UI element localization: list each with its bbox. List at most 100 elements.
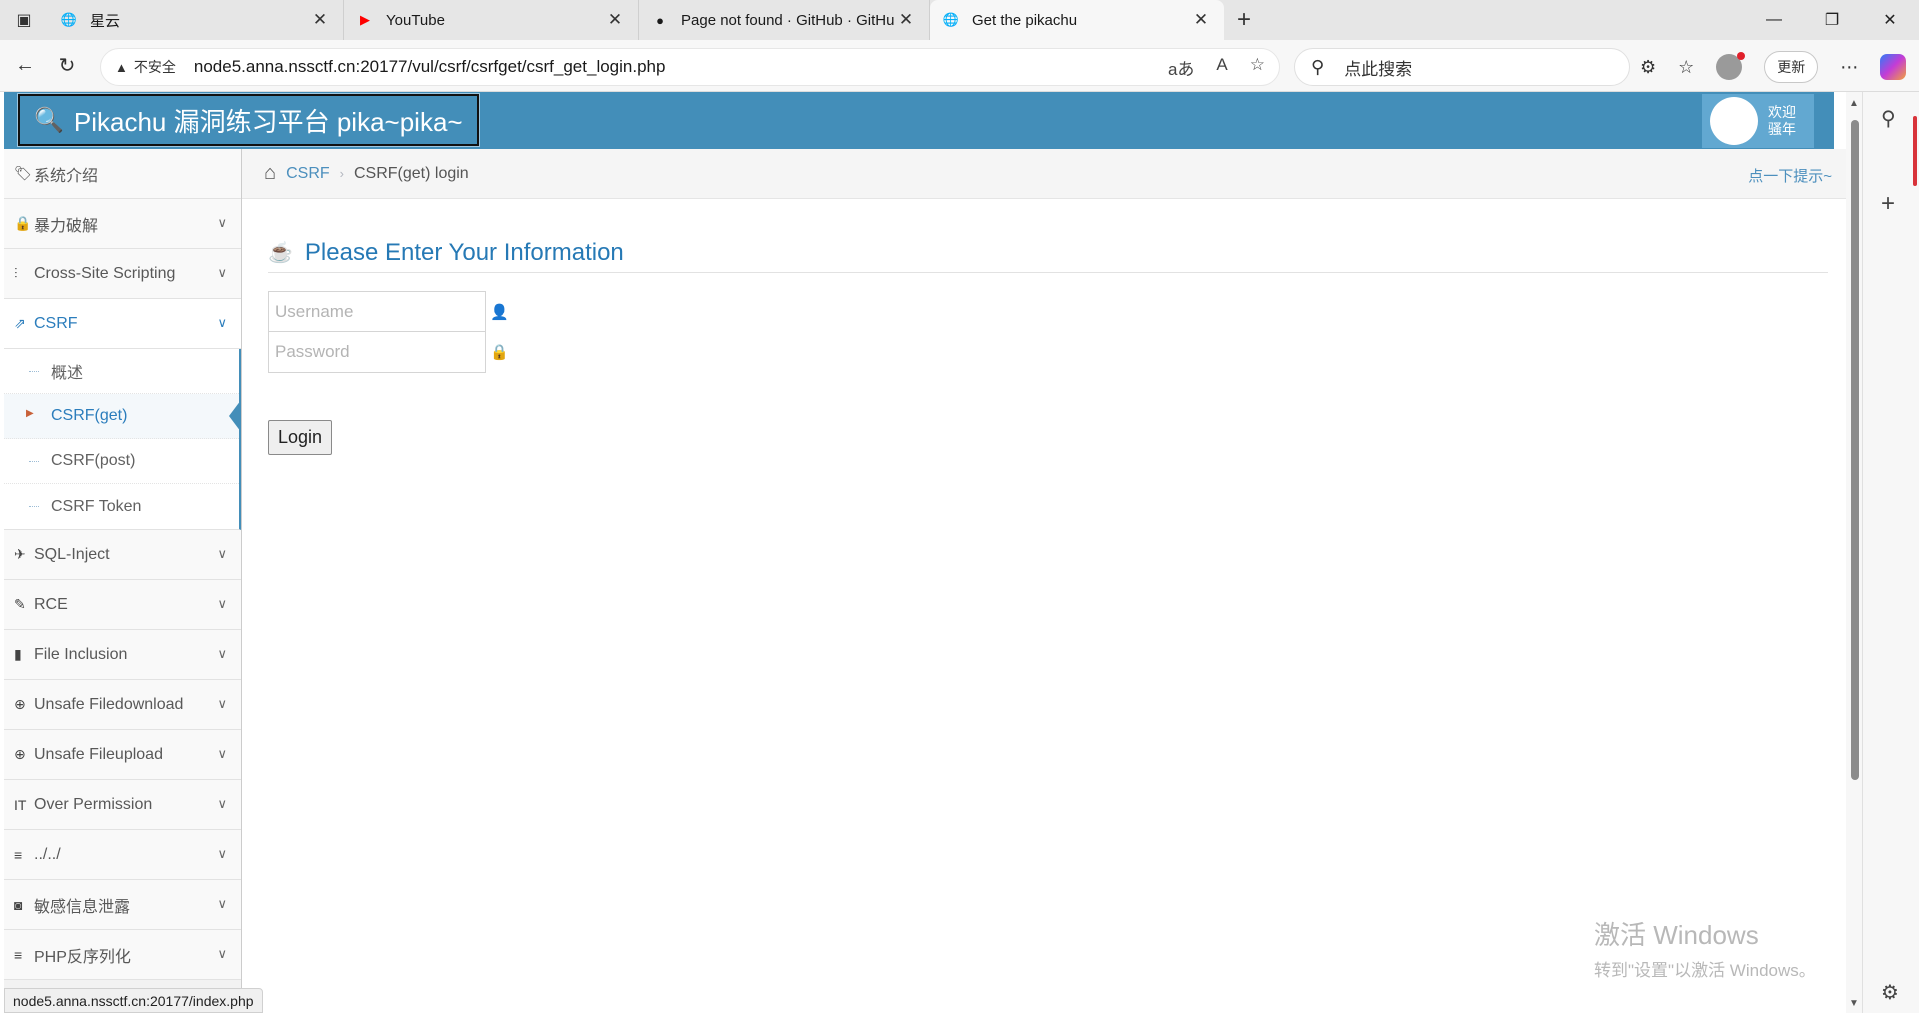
sidebar-item-label: Unsafe Fileupload [34,745,163,763]
page-title: ☕ Please Enter Your Information [268,233,1828,273]
breadcrumb: ⌂ CSRF › CSRF(get) login 点一下提示~ [242,149,1846,199]
align-left-icon: ≡ [14,846,23,863]
restore-icon[interactable]: ❐ [1803,0,1861,40]
close-icon[interactable]: ✕ [604,10,626,30]
favorites-icon[interactable]: ☆ [1678,57,1694,78]
lock-icon: 🔒 [490,344,509,361]
window-controls: — ❐ ✕ [1745,0,1919,40]
password-row: 🔒 [268,331,509,373]
sidebar-item-label: CSRF [34,314,78,332]
file-icon: ▮ [14,646,22,662]
hint-link[interactable]: 点一下提示~ [1748,165,1832,186]
home-icon[interactable]: ⌂ [264,162,276,185]
sidebar-item-fileupload[interactable]: ⊕ Unsafe Fileupload ∨ [4,730,241,780]
sidebar-item-csrf[interactable]: ⇗ CSRF ∨ [4,299,241,349]
status-url: node5.anna.nssctf.cn:20177/index.php [13,992,254,1009]
chevron-down-icon: ∨ [217,546,227,561]
login-button[interactable]: Login [268,420,332,455]
update-button[interactable]: 更新 [1764,51,1819,83]
minimize-icon[interactable]: — [1745,0,1803,40]
add-icon[interactable]: + [1881,190,1895,218]
sidebar-item-php-unserialize[interactable]: ≡ PHP反序列化 ∨ [4,930,241,980]
chevron-down-icon: ∨ [217,596,227,611]
youtube-icon: ▶ [360,12,370,27]
scroll-thumb[interactable] [1851,120,1859,780]
translate-icon[interactable]: aあ [1168,55,1194,80]
submenu-item-csrf-get[interactable]: ▶ CSRF(get) [4,394,241,439]
favorite-star-icon[interactable]: ☆ [1250,55,1265,80]
browser-toolbar-right: ⚙ ☆ 更新 ⋯ [1640,48,1907,86]
close-icon[interactable]: ✕ [1190,10,1212,30]
search-icon: ⚲ [1311,56,1325,77]
caret-right-icon: ▶ [26,408,34,419]
page-scrollbar[interactable]: ▲ ▼ [1846,92,1862,1013]
globe-icon: 🌐 [942,12,960,27]
brand-title: Pikachu 漏洞练习平台 pika~pika~ [73,106,463,137]
window-close-icon[interactable]: ✕ [1861,0,1919,40]
lock-icon: 🔒 [14,215,32,231]
welcome-text: 欢迎 骚年 [1768,104,1796,138]
sidebar-item-info-leak[interactable]: ◙ 敏感信息泄露 ∨ [4,880,241,930]
sidebar-item-rce[interactable]: ✎ RCE ∨ [4,580,241,630]
tab-youtube[interactable]: ▶ YouTube ✕ [344,0,639,40]
url-text[interactable]: node5.anna.nssctf.cn:20177/vul/csrf/csrf… [194,57,1168,77]
username-input[interactable] [268,291,486,333]
tab-xingyun[interactable]: 🌐 星云 ✕ [48,0,344,40]
tab-pikachu[interactable]: 🌐 Get the pikachu ✕ [930,0,1224,40]
more-menu-icon[interactable]: ⋯ [1840,57,1858,78]
profile-avatar[interactable] [1716,52,1746,80]
submenu-label: CSRF(post) [51,452,136,469]
settings-gear-icon[interactable]: ⚙ [1881,980,1899,1005]
read-aloud-icon[interactable]: A [1216,55,1227,80]
chevron-down-icon: ∨ [217,846,227,861]
sidebar-item-label: RCE [34,595,68,613]
search-icon[interactable]: ⚲ [1881,106,1896,131]
camera-icon: ◙ [14,896,23,913]
copilot-icon[interactable] [1880,54,1907,80]
sidebar: 🏷 系统介绍 🔒 暴力破解 ∨ ⫶ Cross-Site Scripting ∨… [4,149,242,989]
sidebar-item-filedownload[interactable]: ⊕ Unsafe Filedownload ∨ [4,680,241,730]
submenu-item-overview[interactable]: 概述 [4,349,239,394]
status-bar: node5.anna.nssctf.cn:20177/index.php [4,988,263,1013]
chevron-down-icon: ∨ [217,696,227,711]
password-input[interactable] [268,331,486,373]
scroll-up-icon[interactable]: ▲ [1849,98,1859,109]
close-icon[interactable]: ✕ [895,10,917,30]
share-icon: ⇗ [14,315,26,331]
sidebar-item-label: File Inclusion [34,645,128,663]
address-bar[interactable]: ▲ 不安全 node5.anna.nssctf.cn:20177/vul/csr… [100,48,1280,86]
sidebar-item-dir-traversal[interactable]: ≡ ../../ ∨ [4,830,241,880]
site-brand[interactable]: 🔍 Pikachu 漏洞练习平台 pika~pika~ [17,93,480,147]
sidebar-item-label: SQL-Inject [34,545,110,563]
globe-icon: 🌐 [60,12,78,27]
new-tab-icon[interactable]: + [1224,0,1264,40]
tags-icon: 🏷 [14,165,32,181]
tab-github[interactable]: ● Page not found · GitHub · GitHub ✕ [639,0,930,40]
sidebar-item-sqli[interactable]: ✈ SQL-Inject ∨ [4,530,241,580]
sidebar-item-over-permission[interactable]: IT Over Permission ∨ [4,780,241,830]
user-menu[interactable]: ⚡ 欢迎 骚年 [1702,94,1814,148]
sidebar-item-intro[interactable]: 🏷 系统介绍 [4,149,241,199]
sidebar-item-file-inclusion[interactable]: ▮ File Inclusion ∨ [4,630,241,680]
scroll-down-icon[interactable]: ▼ [1849,998,1859,1009]
search-box[interactable]: ⚲ 点此搜索 [1294,48,1630,86]
csrf-submenu: 概述 ▶ CSRF(get) CSRF(post) CSRF Token [4,349,241,530]
pencil-icon: ✎ [14,596,26,612]
key-icon: 🔍 [34,106,64,134]
tab-actions-icon[interactable]: ▣ [0,0,48,40]
refresh-icon[interactable]: ↻ [46,46,88,86]
chevron-down-icon: ∨ [217,746,227,761]
sidebar-item-xss[interactable]: ⫶ Cross-Site Scripting ∨ [4,249,241,299]
watermark-line1: 激活 Windows [1594,920,1759,950]
sidebar-item-label: PHP反序列化 [34,948,131,966]
security-indicator[interactable]: ▲ 不安全 [115,57,176,77]
close-icon[interactable]: ✕ [309,10,331,30]
back-arrow-icon[interactable]: ← [4,46,46,86]
breadcrumb-separator: › [339,166,344,181]
submenu-item-csrf-token[interactable]: CSRF Token [4,484,239,529]
breadcrumb-link-csrf[interactable]: CSRF [286,165,330,183]
align-left-icon: ≡ [14,946,23,963]
extensions-icon[interactable]: ⚙ [1640,57,1656,78]
sidebar-item-brute-force[interactable]: 🔒 暴力破解 ∨ [4,199,241,249]
submenu-item-csrf-post[interactable]: CSRF(post) [4,439,239,484]
